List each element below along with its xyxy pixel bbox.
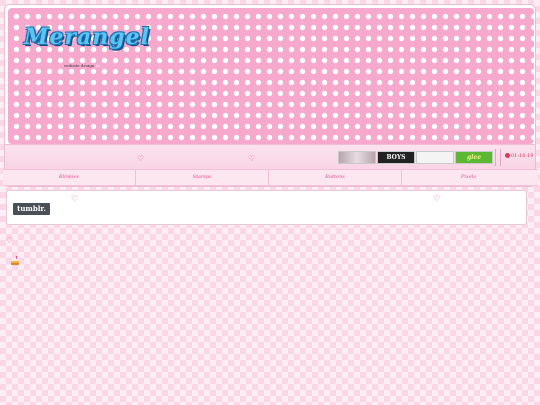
- header-frame: Merangel website design by ♡ ♡ BOYS glee…: [4, 4, 536, 187]
- design-credit: website design by: [64, 63, 100, 68]
- heart-icon: ♡: [71, 194, 79, 203]
- main-nav: Blinkies Stamps Buttons Pixels: [3, 169, 538, 186]
- clock: 01:16:19: [505, 153, 533, 159]
- tumblr-button[interactable]: tumblr.: [13, 203, 50, 215]
- clock-time: 01:16:19: [511, 153, 534, 159]
- heart-icon: ♡: [433, 194, 441, 203]
- credit-by[interactable]: by: [96, 63, 101, 68]
- affiliate-gray-button[interactable]: [338, 151, 376, 164]
- affiliate-glee-button[interactable]: glee: [455, 151, 493, 164]
- affiliate-colorful-button[interactable]: [416, 151, 454, 164]
- divider: [500, 149, 501, 166]
- polka-dot-banner: Merangel website design by: [8, 8, 534, 144]
- affiliate-boys-button[interactable]: BOYS: [377, 151, 415, 164]
- heart-icon: ♡: [6, 236, 14, 245]
- content-box: ♡ ♡ tumblr.: [6, 190, 527, 225]
- site-logo[interactable]: Merangel: [24, 24, 150, 50]
- nav-item-blinkies[interactable]: Blinkies: [3, 170, 136, 185]
- nav-item-pixels[interactable]: Pixels: [402, 170, 535, 185]
- heart-icon: ♡: [248, 154, 256, 163]
- nav-item-buttons[interactable]: Buttons: [269, 170, 402, 185]
- nav-item-stamps[interactable]: Stamps: [136, 170, 269, 185]
- cake-icon[interactable]: [10, 256, 20, 266]
- credit-text: website design: [64, 63, 95, 68]
- divider: [495, 149, 496, 166]
- clock-icon: [505, 153, 510, 158]
- heart-icon: ♡: [137, 154, 145, 163]
